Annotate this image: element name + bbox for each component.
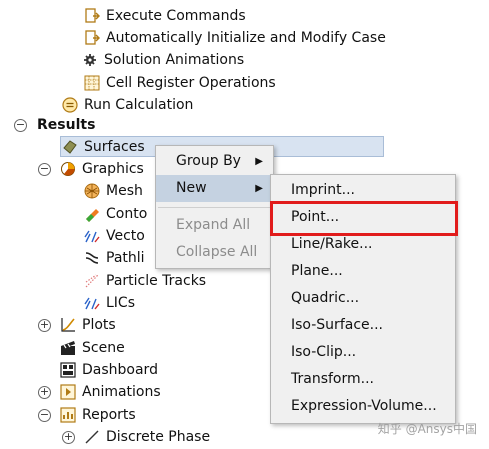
collapse-graphics-toggle[interactable]: − [38,163,51,176]
submenu-item-expression-volume[interactable]: Expression-Volume... [271,393,455,420]
tree-item-results[interactable]: Results [37,114,95,136]
menu-item-collapse-all[interactable]: Collapse All [156,239,273,266]
reports-icon [60,407,76,423]
tree-item-run-calculation[interactable]: Run Calculation [62,94,193,116]
tree-item-reports[interactable]: Reports [60,404,136,426]
auto-initialize-icon [84,30,101,46]
watermark: 知乎 @Ansys中国 [377,422,477,436]
collapse-results-toggle[interactable]: − [14,119,27,132]
gear-icon [84,52,96,68]
submenu-item-quadric[interactable]: Quadric... [271,285,455,312]
contours-icon [84,206,100,222]
mesh-icon [84,183,100,199]
tree-item-label: Particle Tracks [106,273,207,289]
tree-item-cell-register[interactable]: Cell Register Operations [84,72,276,94]
tree-item-label: Dashboard [82,362,158,378]
submenu-item-imprint[interactable]: Imprint... [271,177,455,204]
menu-item-group-by[interactable]: Group By ▶ [156,148,273,175]
expand-plots-toggle[interactable]: + [38,319,51,332]
animations-icon [60,384,76,400]
tree-item-label: Vecto [106,228,145,244]
expand-discrete-phase-toggle[interactable]: + [62,431,75,444]
tree-item-label: Surfaces [84,139,145,155]
menu-item-label: Collapse All [176,244,258,260]
menu-item-label: Group By [176,153,241,169]
submenu-arrow-icon: ▶ [255,156,263,167]
tree-item-label: Scene [82,340,125,356]
tree-item-graphics[interactable]: Graphics [60,158,144,180]
submenu-item-label: Line/Rake... [291,236,373,252]
submenu-item-plane[interactable]: Plane... [271,258,455,285]
submenu-item-label: Plane... [291,263,343,279]
tree-item-dashboard[interactable]: Dashboard [60,359,158,381]
tree-item-label: Solution Animations [104,52,245,68]
submenu-arrow-icon: ▶ [255,183,263,194]
tree-item-label: Conto [106,206,148,222]
scene-icon [60,340,76,356]
expand-animations-toggle[interactable]: + [38,386,51,399]
tree-item-label: Execute Commands [106,8,246,24]
menu-separator [158,207,271,208]
dashboard-icon [60,362,76,378]
tree-item-auto-initialize[interactable]: Automatically Initialize and Modify Case [84,27,386,49]
tree-item-solution-animations[interactable]: Solution Animations [84,49,244,71]
tree-item-label: Results [37,117,96,133]
submenu-item-label: Transform... [291,371,374,387]
particle-tracks-icon [84,273,100,289]
tree-item-lics[interactable]: LICs [84,292,135,314]
submenu-item-label: Quadric... [291,290,360,306]
cell-register-icon [84,75,100,91]
context-menu: Group By ▶ New ▶ Expand All Collapse All [155,145,274,269]
submenu-item-iso-clip[interactable]: Iso-Clip... [271,339,455,366]
point-callout-box [270,201,458,236]
tree-item-surfaces[interactable]: Surfaces [62,136,145,158]
tree-item-label: Graphics [82,161,144,177]
tree-item-label: LICs [106,295,135,311]
submenu-item-label: Imprint... [291,182,356,198]
tree-item-label: Run Calculation [84,97,194,113]
tree-item-label: Cell Register Operations [106,75,276,91]
submenu-item-transform[interactable]: Transform... [271,366,455,393]
tree-item-mesh[interactable]: Mesh [84,180,143,202]
menu-item-label: Expand All [176,217,251,233]
tree-item-pathlines[interactable]: Pathli [84,247,145,269]
tree-item-contours[interactable]: Conto [84,203,147,225]
submenu-item-label: Iso-Surface... [291,317,383,333]
menu-item-new[interactable]: New ▶ [156,175,273,202]
surfaces-icon [62,139,78,155]
execute-commands-icon [84,8,101,24]
menu-item-expand-all[interactable]: Expand All [156,212,273,239]
collapse-reports-toggle[interactable]: − [38,409,51,422]
submenu-item-label: Iso-Clip... [291,344,357,360]
tree-item-vectors[interactable]: Vecto [84,225,145,247]
tree-item-plots[interactable]: Plots [60,314,116,336]
tree-item-label: Animations [82,384,161,400]
graphics-icon [60,161,76,177]
tree-item-execute-commands[interactable]: Execute Commands [84,5,246,27]
tree-item-label: Plots [82,317,116,333]
menu-item-label: New [176,180,207,196]
submenu-item-label: Expression-Volume... [291,398,437,414]
tree-item-discrete-phase[interactable]: Discrete Phase [84,426,210,448]
lics-icon [84,295,100,311]
tree-item-label: Mesh [106,183,143,199]
tree-item-scene[interactable]: Scene [60,337,125,359]
plots-icon [60,317,76,333]
vectors-icon [84,228,100,244]
tree-item-label: Automatically Initialize and Modify Case [106,30,386,46]
tree-item-particle-tracks[interactable]: Particle Tracks [84,270,206,292]
submenu-item-iso-surface[interactable]: Iso-Surface... [271,312,455,339]
tree-item-label: Reports [82,407,136,423]
pathlines-icon [84,250,100,266]
tree-item-label: Pathli [106,250,145,266]
tree-item-animations[interactable]: Animations [60,381,161,403]
run-calculation-icon [62,97,78,113]
